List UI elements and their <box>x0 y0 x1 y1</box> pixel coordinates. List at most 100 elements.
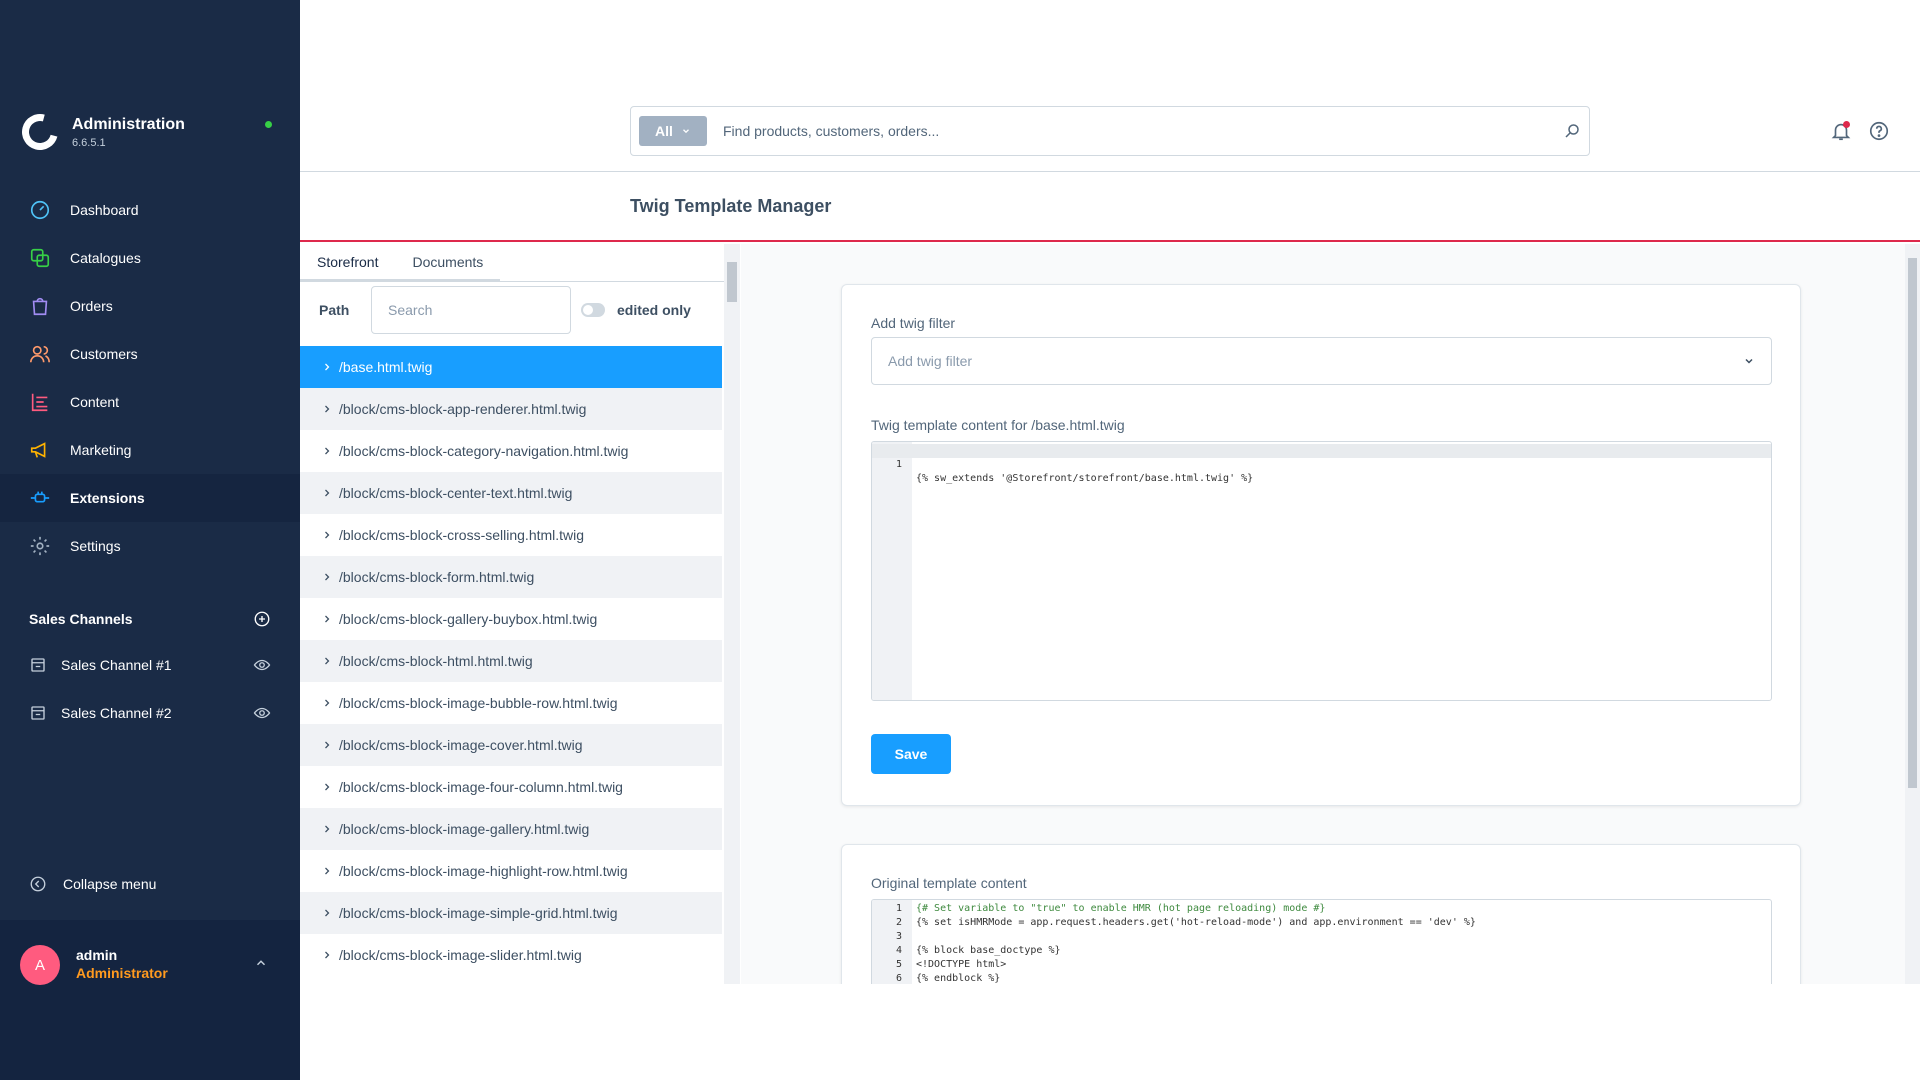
scrollbar-thumb[interactable] <box>1908 258 1917 788</box>
template-file-row[interactable]: /block/cms-block-image-four-column.html.… <box>300 766 722 808</box>
nav-item-catalogues[interactable]: Catalogues <box>0 234 300 282</box>
template-file-row[interactable]: /block/cms-block-center-text.html.twig <box>300 472 722 514</box>
nav-item-customers[interactable]: Customers <box>0 330 300 378</box>
collapse-menu-button[interactable]: Collapse menu <box>29 875 156 893</box>
template-file-row[interactable]: /base.html.twig <box>300 346 722 388</box>
scrollbar-thumb[interactable] <box>727 262 737 302</box>
template-content-label: Twig template content for /base.html.twi… <box>871 417 1125 433</box>
template-file-row[interactable]: /block/cms-block-category-navigation.htm… <box>300 430 722 472</box>
sales-channel-item-2[interactable]: Sales Channel #2 <box>29 704 271 722</box>
template-file-row[interactable]: /block/cms-block-image-cover.html.twig <box>300 724 722 766</box>
template-file-path: /block/cms-block-image-four-column.html.… <box>339 779 623 795</box>
tab-documents[interactable]: Documents <box>395 244 501 281</box>
code-line: 2 {% set isHMRMode = app.request.headers.… <box>872 916 1771 930</box>
filter-row: Path edited only <box>300 282 739 338</box>
template-file-row[interactable]: /block/cms-block-app-renderer.html.twig <box>300 388 722 430</box>
template-file-row[interactable]: /block/cms-block-image-gallery.html.twig <box>300 808 722 850</box>
storefront-icon <box>31 658 45 672</box>
code-text: {# Set variable to "true" to enable HMR … <box>916 903 1326 914</box>
template-editor-card: Add twig filter Add twig filter Twig tem… <box>841 284 1801 806</box>
shopping-bag-icon <box>32 297 48 316</box>
sales-channels-title: Sales Channels <box>29 611 133 627</box>
template-file-row[interactable]: /block/cms-block-image-bubble-row.html.t… <box>300 682 722 724</box>
line-number: 6 <box>895 973 902 984</box>
path-search-input[interactable] <box>371 286 571 334</box>
edited-only-toggle[interactable] <box>581 303 605 317</box>
code-text: <!DOCTYPE html> <box>916 959 1007 970</box>
nav-label: Customers <box>70 346 138 362</box>
chevron-right-icon <box>321 781 333 793</box>
line-number: 1 <box>895 903 902 914</box>
search-icon[interactable] <box>1563 122 1581 140</box>
template-file-row[interactable]: /block/cms-block-html.html.twig <box>300 640 722 682</box>
catalogue-icon <box>30 248 50 268</box>
nav-item-orders[interactable]: Orders <box>0 282 300 330</box>
brand-version: 6.6.5.1 <box>72 136 106 149</box>
eye-icon[interactable] <box>253 704 271 722</box>
save-button[interactable]: Save <box>871 734 951 774</box>
add-twig-filter-select[interactable]: Add twig filter <box>871 337 1772 385</box>
template-file-path: /block/cms-block-image-slider.html.twig <box>339 947 582 963</box>
global-search: All <box>630 106 1590 156</box>
main-nav: Dashboard Catalogues Orders Customers Co… <box>0 186 300 570</box>
nav-label: Content <box>70 394 120 410</box>
avatar: A <box>20 945 60 985</box>
original-template-code[interactable]: 1 {# Set variable to "true" to enable HMR… <box>871 899 1772 984</box>
template-file-path: /block/cms-block-image-highlight-row.htm… <box>339 863 628 879</box>
template-file-path: /block/cms-block-image-simple-grid.html.… <box>339 905 618 921</box>
template-file-row[interactable]: /block/cms-block-form.html.twig <box>300 556 722 598</box>
template-file-row[interactable]: /block/cms-block-gallery-buybox.html.twi… <box>300 598 722 640</box>
nav-item-dashboard[interactable]: Dashboard <box>0 186 300 234</box>
template-file-row[interactable]: /block/cms-block-cross-selling.html.twig <box>300 514 722 556</box>
tab-storefront[interactable]: Storefront <box>300 244 396 281</box>
brand[interactable]: Administration 6.6.5.1 <box>15 107 185 157</box>
chevron-right-icon <box>321 739 333 751</box>
template-file-path: /block/cms-block-image-cover.html.twig <box>339 737 583 753</box>
search-type-select[interactable]: All <box>639 116 707 146</box>
chevron-down-icon <box>1745 358 1753 364</box>
template-file-row[interactable]: /block/cms-block-image-highlight-row.htm… <box>300 850 722 892</box>
add-sales-channel-icon[interactable] <box>253 610 271 628</box>
template-file-path: /block/cms-block-form.html.twig <box>339 569 535 585</box>
chevron-up-icon[interactable] <box>254 956 268 970</box>
chevron-right-icon <box>321 571 333 583</box>
template-file-row[interactable]: /block/cms-block-image-simple-grid.html.… <box>300 892 722 934</box>
status-indicator <box>265 121 272 128</box>
template-list-panel: Storefront Documents Path edited only /b… <box>300 244 740 984</box>
template-tabs: Storefront Documents <box>300 244 739 282</box>
original-template-card: Original template content 1 {# Set variab… <box>841 844 1801 984</box>
notifications-button[interactable] <box>1830 120 1852 147</box>
eye-icon[interactable] <box>253 656 271 674</box>
nav-item-extensions[interactable]: Extensions <box>0 474 300 522</box>
list-scrollbar[interactable] <box>724 244 740 984</box>
code-text: {% set isHMRMode = app.request.headers.g… <box>916 917 1476 928</box>
help-icon[interactable] <box>1868 120 1890 142</box>
chevron-right-icon <box>321 907 333 919</box>
sales-channel-item-1[interactable]: Sales Channel #1 <box>29 656 271 674</box>
user-menu[interactable]: A admin Administrator <box>0 920 300 1080</box>
nav-item-marketing[interactable]: Marketing <box>0 426 300 474</box>
content-scrollbar[interactable] <box>1905 244 1920 984</box>
admin-sidebar: Administration 6.6.5.1 Dashboard Catalog… <box>0 0 300 1080</box>
nav-item-content[interactable]: Content <box>0 378 300 426</box>
code-line: 6 {% endblock %} <box>872 972 1771 984</box>
collapse-arrow-icon <box>30 876 46 892</box>
search-input[interactable] <box>723 123 1563 139</box>
template-code-editor[interactable]: 1 {% sw_extends '@Storefront/storefront/… <box>871 441 1772 701</box>
code-text: {% block base_doctype %} <box>916 945 1061 956</box>
nav-label: Settings <box>70 538 121 554</box>
template-file-path: /block/cms-block-center-text.html.twig <box>339 485 573 501</box>
template-file-row[interactable]: /block/cms-block-image-slider.html.twig <box>300 934 722 976</box>
gear-icon <box>30 536 50 556</box>
add-twig-filter-placeholder: Add twig filter <box>888 353 973 369</box>
code-text: {% endblock %} <box>916 973 1001 984</box>
chevron-right-icon <box>321 823 333 835</box>
nav-item-settings[interactable]: Settings <box>0 522 300 570</box>
shopware-logo-icon <box>15 107 65 157</box>
content-icon <box>31 393 48 412</box>
chevron-right-icon <box>321 949 333 961</box>
brand-title: Administration <box>72 115 185 133</box>
code-line: 3 <box>872 930 1771 944</box>
template-file-path: /block/cms-block-image-bubble-row.html.t… <box>339 695 618 711</box>
collapse-menu-label: Collapse menu <box>63 876 157 892</box>
